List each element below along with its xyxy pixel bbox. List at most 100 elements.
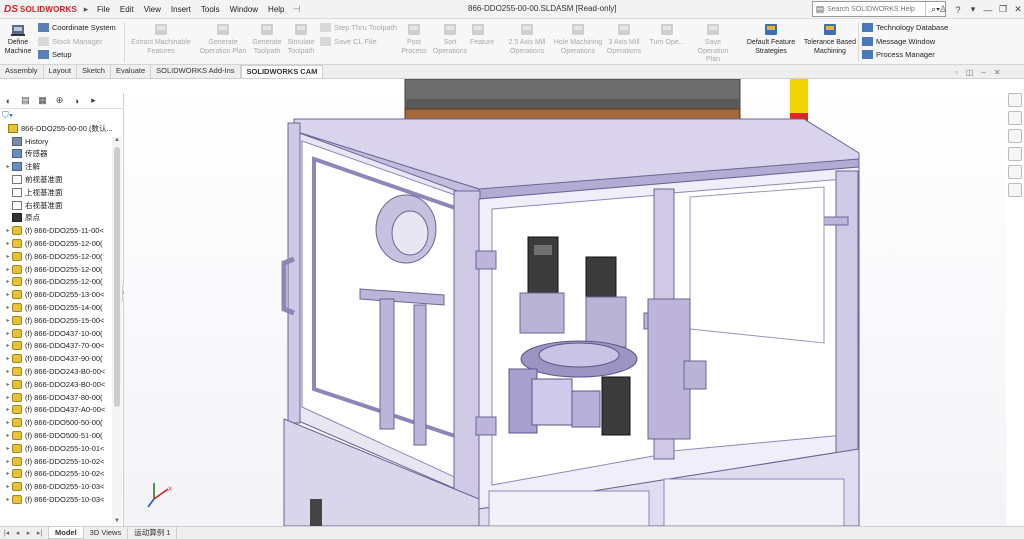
- menu-file[interactable]: File: [92, 5, 115, 14]
- next-tab-icon[interactable]: ▸: [24, 529, 33, 537]
- view-palette-icon[interactable]: [1008, 147, 1022, 161]
- process-manager-button[interactable]: Process Manager: [862, 48, 948, 62]
- expand-arrow-icon[interactable]: ▸: [4, 278, 12, 285]
- tree-item[interactable]: ▸ (f) 866-DDO255-12-00(: [0, 263, 112, 276]
- expand-arrow-icon[interactable]: ▸: [4, 394, 12, 401]
- tree-item[interactable]: ▸ (f) 866-DDO437-10-00(: [0, 327, 112, 340]
- first-tab-icon[interactable]: |◂: [2, 529, 11, 537]
- menu-edit[interactable]: Edit: [115, 5, 139, 14]
- bottom-tab-3d-views[interactable]: 3D Views: [84, 527, 129, 539]
- expand-arrow-icon[interactable]: ▸: [4, 342, 12, 349]
- home-icon[interactable]: [1008, 93, 1022, 107]
- property-manager-tab-icon[interactable]: ▤: [17, 94, 34, 108]
- tab-layout[interactable]: Layout: [44, 65, 78, 78]
- expand-arrow-icon[interactable]: ▸: [4, 470, 12, 477]
- tree-item[interactable]: ▸ (f) 866-DDO437-A0-00<: [0, 404, 112, 417]
- expand-arrow-icon[interactable]: ▸: [4, 355, 12, 362]
- hole-machining-operations-button[interactable]: Hole Machining Operations: [550, 22, 606, 56]
- tolerance-based-machining-button[interactable]: Tolerance Based Machining: [802, 22, 858, 56]
- minimize-view-icon[interactable]: –: [981, 68, 985, 77]
- config-manager-tab-icon[interactable]: ▦: [34, 94, 51, 108]
- expand-arrow-icon[interactable]: ▸: [4, 291, 12, 298]
- save-operation-plan-button[interactable]: Save Operation Plan: [690, 22, 736, 65]
- extract-machinable-features-button[interactable]: Extract Machinable Features: [128, 22, 194, 56]
- minimize-icon[interactable]: —: [982, 5, 994, 15]
- custom-properties-icon[interactable]: [1008, 183, 1022, 197]
- file-explorer-icon[interactable]: [1008, 129, 1022, 143]
- tree-item[interactable]: 右视基准面: [0, 199, 112, 212]
- tree-item[interactable]: ▸ (f) 866-DDO437-70-00<: [0, 340, 112, 353]
- tree-item[interactable]: ▸ (f) 866-DDO437-80-00(: [0, 391, 112, 404]
- generate-operation-plan-button[interactable]: Generate Operation Plan: [196, 22, 250, 56]
- expand-arrow-icon[interactable]: ▸: [4, 227, 12, 234]
- scroll-up-icon[interactable]: ▲: [112, 137, 122, 143]
- more-tabs-icon[interactable]: ▸: [85, 94, 102, 108]
- tree-item[interactable]: ▸ (f) 866-DDO255-10-03<: [0, 480, 112, 493]
- step-thru-toolpath-button[interactable]: Step Thru Toolpath: [320, 21, 397, 35]
- expand-arrow-icon[interactable]: ▸: [4, 317, 12, 324]
- expand-arrow-icon[interactable]: ▸: [80, 4, 92, 15]
- menu-help[interactable]: Help: [263, 5, 289, 14]
- stock-manager-button[interactable]: Stock Manager: [38, 35, 116, 49]
- tree-item[interactable]: ▸ (f) 866-DDO437-90-00(: [0, 352, 112, 365]
- expand-arrow-icon[interactable]: ▸: [4, 240, 12, 247]
- feature-tree-scrollbar[interactable]: ▲ ▼: [112, 137, 122, 524]
- tree-item[interactable]: ▸ (f) 866-DDO255-10-02<: [0, 455, 112, 468]
- expand-arrow-icon[interactable]: ▸: [4, 445, 12, 452]
- last-tab-icon[interactable]: ▸|: [35, 529, 44, 537]
- expand-arrow-icon[interactable]: ▸: [4, 163, 12, 170]
- setup-button[interactable]: Setup: [38, 48, 116, 62]
- pin-icon[interactable]: ⊣: [290, 4, 304, 15]
- tree-item[interactable]: ▸ (f) 866-DDO255-12-00(: [0, 250, 112, 263]
- expand-arrow-icon[interactable]: ▸: [4, 483, 12, 490]
- tree-item[interactable]: ▸ 注解: [0, 160, 112, 173]
- help-dropdown-icon[interactable]: ▾: [967, 4, 979, 15]
- expand-arrow-icon[interactable]: ▸: [4, 381, 12, 388]
- tree-item[interactable]: ▸ (f) 866-DDO255-14-00(: [0, 301, 112, 314]
- tab-solidworks-cam[interactable]: SOLIDWORKS CAM: [240, 65, 324, 78]
- tree-item[interactable]: ▸ (f) 866-DDO255-15-00<: [0, 314, 112, 327]
- tab-assembly[interactable]: Assembly: [0, 65, 44, 78]
- tree-item[interactable]: ▸ (f) 866-DDO500-50-00(: [0, 416, 112, 429]
- tab-solidworks-add-ins[interactable]: SOLIDWORKS Add-Ins: [151, 65, 241, 78]
- tree-item[interactable]: ▸ (f) 866-DDO255-12-00(: [0, 237, 112, 250]
- save-cl-file-button[interactable]: Save CL File: [320, 35, 397, 49]
- define-machine-button[interactable]: Define Machine: [4, 22, 32, 56]
- tree-item[interactable]: 前视基准面: [0, 173, 112, 186]
- design-library-icon[interactable]: [1008, 111, 1022, 125]
- menu-tools[interactable]: Tools: [196, 5, 225, 14]
- tab-evaluate[interactable]: Evaluate: [111, 65, 152, 78]
- tree-item[interactable]: ▸ (f) 866-DDO255-10-01<: [0, 442, 112, 455]
- coordinate-system-button[interactable]: Coordinate System: [38, 21, 116, 35]
- restore-view-icon[interactable]: ◫: [966, 68, 974, 77]
- 2-5-axis-mill-operations-button[interactable]: 2.5 Axis Mill Operations: [504, 22, 550, 56]
- tab-sketch[interactable]: Sketch: [77, 65, 111, 78]
- tree-item[interactable]: ▸ (f) 866-DDO255-10-02<: [0, 468, 112, 481]
- tree-item[interactable]: ▸ (f) 866-DDO255-11-00<: [0, 224, 112, 237]
- prev-tab-icon[interactable]: ◂: [13, 529, 22, 537]
- expand-arrow-icon[interactable]: ▸: [4, 419, 12, 426]
- restore-icon[interactable]: ❐: [997, 4, 1009, 15]
- expand-arrow-icon[interactable]: ▸: [4, 330, 12, 337]
- expand-arrow-icon[interactable]: ▸: [4, 253, 12, 260]
- scroll-down-icon[interactable]: ▼: [112, 518, 122, 524]
- tree-root[interactable]: 866-DDO255-00-00 (数认...: [0, 122, 112, 135]
- tree-item[interactable]: 传感器: [0, 148, 112, 161]
- bottom-tab-1[interactable]: 运动算例 1: [128, 527, 178, 539]
- menu-insert[interactable]: Insert: [166, 5, 196, 14]
- close-view-icon[interactable]: ✕: [994, 68, 1001, 77]
- dimxpert-tab-icon[interactable]: ⊕: [51, 94, 68, 108]
- expand-arrow-icon[interactable]: ▸: [4, 458, 12, 465]
- expand-arrow-icon[interactable]: ▸: [4, 368, 12, 375]
- tile-icon[interactable]: ▫: [955, 68, 958, 77]
- tree-item[interactable]: ▸ (f) 866-DDO243-B0-00<: [0, 365, 112, 378]
- tree-item[interactable]: ▸ (f) 866-DDO500-51-00(: [0, 429, 112, 442]
- feature-tree-tab-icon[interactable]: ◐: [0, 94, 17, 108]
- tree-item[interactable]: History: [0, 135, 112, 148]
- tree-item[interactable]: ▸ (f) 866-DDO255-12-00(: [0, 276, 112, 289]
- user-icon[interactable]: ♙: [937, 4, 949, 15]
- filter-icon[interactable]: ⛉▾: [2, 110, 13, 121]
- technology-database-button[interactable]: Technology Database: [862, 21, 948, 35]
- tree-item[interactable]: ▸ (f) 866-DDO255-10-03<: [0, 493, 112, 506]
- solidworks-logo[interactable]: DS SOLIDWORKS: [0, 0, 80, 19]
